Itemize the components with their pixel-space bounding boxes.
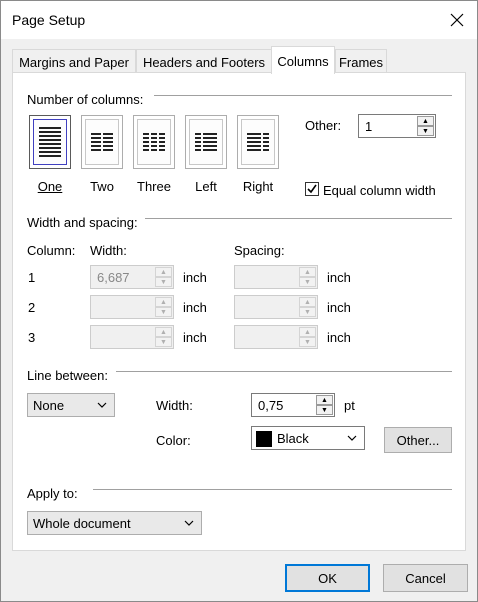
spacing-unit: inch	[327, 300, 351, 315]
width-header: Width:	[90, 243, 127, 258]
close-button[interactable]	[439, 3, 475, 37]
two-columns-icon	[85, 119, 119, 165]
columns-one-button[interactable]	[29, 115, 71, 169]
spin-down-button[interactable]: ▼	[299, 307, 316, 317]
spin-down-button[interactable]: ▼	[155, 337, 172, 347]
right-column-icon	[241, 119, 275, 165]
column-3-spacing-spinner[interactable]: ▲ ▼	[234, 325, 318, 349]
width-unit: inch	[183, 300, 207, 315]
column-2-width-spinner[interactable]: ▲ ▼	[90, 295, 174, 319]
spacing-unit: inch	[327, 330, 351, 345]
tab-frames[interactable]: Frames	[335, 49, 387, 73]
column-1-spacing-spinner[interactable]: ▲ ▼	[234, 265, 318, 289]
columns-one-label: One	[37, 179, 63, 194]
one-column-icon	[33, 119, 67, 165]
group-divider	[116, 371, 452, 372]
tab-headers-and-footers[interactable]: Headers and Footers	[136, 49, 272, 73]
line-color-value: Black	[277, 431, 309, 446]
title-bar: Page Setup	[1, 1, 477, 39]
spin-up-button[interactable]: ▲	[155, 327, 172, 337]
spin-down-button[interactable]: ▼	[316, 405, 333, 415]
columns-left-button[interactable]	[185, 115, 227, 169]
column-3-width-spinner[interactable]: ▲ ▼	[90, 325, 174, 349]
columns-panel: Number of columns: One Two Three Left Ri…	[12, 72, 466, 551]
spin-up-button[interactable]: ▲	[417, 116, 434, 126]
other-columns-spinner[interactable]: 1 ▲ ▼	[358, 114, 436, 138]
apply-to-select[interactable]: Whole document	[27, 511, 202, 535]
close-icon	[450, 13, 464, 27]
group-divider	[154, 95, 452, 96]
spin-up-button[interactable]: ▲	[155, 297, 172, 307]
window-title: Page Setup	[12, 12, 86, 28]
column-number: 3	[28, 330, 36, 345]
spacing-header: Spacing:	[234, 243, 285, 258]
page-setup-dialog: Page Setup Margins and Paper Headers and…	[0, 0, 478, 602]
tab-margins-and-paper[interactable]: Margins and Paper	[12, 49, 136, 73]
other-label: Other:	[305, 118, 342, 133]
tab-label: Margins and Paper	[19, 54, 129, 70]
column-header: Column:	[27, 243, 76, 258]
equal-column-width-checkbox[interactable]	[305, 182, 319, 196]
line-between-label: Line between:	[27, 368, 108, 383]
tab-label: Frames	[338, 54, 384, 70]
columns-two-button[interactable]	[81, 115, 123, 169]
spin-down-button[interactable]: ▼	[155, 307, 172, 317]
columns-three-label: Three	[137, 179, 171, 194]
width-unit: inch	[183, 330, 207, 345]
spacing-unit: inch	[327, 270, 351, 285]
spin-down-button[interactable]: ▼	[299, 337, 316, 347]
spin-up-button[interactable]: ▲	[299, 267, 316, 277]
width-and-spacing-label: Width and spacing:	[27, 215, 138, 230]
chevron-down-icon	[347, 435, 357, 441]
spin-down-button[interactable]: ▼	[299, 277, 316, 287]
column-number: 2	[28, 300, 36, 315]
ok-button-label: OK	[318, 570, 337, 586]
equal-column-width-label: Equal column width	[323, 183, 436, 198]
column-1-width-value: 6,687	[97, 270, 130, 285]
line-style-select[interactable]: None	[27, 393, 115, 417]
line-width-value: 0,75	[258, 398, 284, 413]
apply-to-value: Whole document	[33, 516, 131, 531]
tab-label: Headers and Footers	[142, 54, 266, 70]
color-swatch	[256, 431, 272, 447]
other-color-button-label: Other...	[396, 432, 440, 448]
apply-to-label: Apply to:	[27, 486, 78, 501]
columns-right-button[interactable]	[237, 115, 279, 169]
spin-down-button[interactable]: ▼	[155, 277, 172, 287]
group-divider	[145, 218, 452, 219]
line-color-select[interactable]: Black	[251, 426, 365, 450]
left-column-icon	[189, 119, 223, 165]
three-columns-icon	[137, 119, 171, 165]
spin-up-button[interactable]: ▲	[299, 327, 316, 337]
number-of-columns-label: Number of columns:	[27, 92, 144, 107]
cancel-button[interactable]: Cancel	[383, 564, 468, 592]
tab-columns[interactable]: Columns	[271, 46, 335, 74]
column-number: 1	[28, 270, 36, 285]
width-unit: inch	[183, 270, 207, 285]
columns-two-label: Two	[90, 179, 114, 194]
line-width-unit: pt	[344, 398, 355, 413]
line-width-label: Width:	[156, 398, 193, 413]
spin-up-button[interactable]: ▲	[299, 297, 316, 307]
line-color-label: Color:	[156, 433, 191, 448]
columns-left-label: Left	[195, 179, 217, 194]
chevron-down-icon	[184, 520, 194, 526]
other-color-button[interactable]: Other...	[384, 427, 452, 453]
line-width-spinner[interactable]: 0,75 ▲ ▼	[251, 393, 335, 417]
tab-label: Columns	[277, 53, 329, 69]
spin-up-button[interactable]: ▲	[316, 395, 333, 405]
column-2-spacing-spinner[interactable]: ▲ ▼	[234, 295, 318, 319]
cancel-button-label: Cancel	[405, 570, 446, 586]
spin-up-button[interactable]: ▲	[155, 267, 172, 277]
columns-three-button[interactable]	[133, 115, 175, 169]
spin-down-button[interactable]: ▼	[417, 126, 434, 136]
columns-right-label: Right	[242, 179, 274, 194]
other-columns-value: 1	[365, 119, 373, 134]
column-1-width-spinner[interactable]: 6,687 ▲ ▼	[90, 265, 174, 289]
chevron-down-icon	[97, 402, 107, 408]
group-divider	[93, 489, 452, 490]
ok-button[interactable]: OK	[285, 564, 370, 592]
checkmark-icon	[307, 184, 317, 194]
line-style-value: None	[33, 398, 65, 413]
